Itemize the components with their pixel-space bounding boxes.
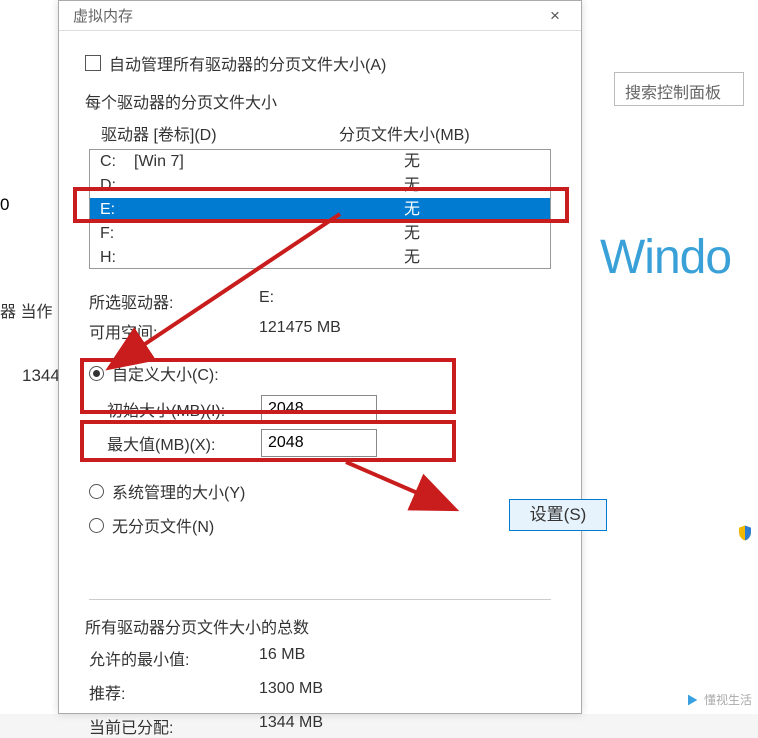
windows-brand-text: Windo bbox=[600, 230, 731, 285]
per-drive-header: 每个驱动器的分页文件大小 bbox=[85, 89, 555, 113]
divider bbox=[89, 599, 551, 600]
bg-value: 0 bbox=[0, 195, 9, 215]
auto-manage-label: 自动管理所有驱动器的分页文件大小(A) bbox=[109, 51, 386, 75]
current-value: 1344 MB bbox=[259, 714, 551, 738]
custom-size-label: 自定义大小(C): bbox=[112, 361, 219, 385]
available-space-label: 可用空间: bbox=[89, 319, 259, 343]
set-button[interactable]: 设置(S) bbox=[509, 499, 607, 531]
column-size-header: 分页文件大小(MB) bbox=[339, 121, 470, 145]
close-icon[interactable]: × bbox=[537, 6, 573, 26]
initial-size-input[interactable] bbox=[261, 395, 377, 423]
recommended-value: 1300 MB bbox=[259, 680, 551, 704]
watermark-text: 懂视生活 bbox=[704, 691, 752, 708]
shield-icon bbox=[736, 524, 754, 542]
selected-drive-value: E: bbox=[259, 289, 551, 313]
drive-row-h[interactable]: H: 无 bbox=[90, 246, 550, 270]
current-label: 当前已分配: bbox=[89, 714, 259, 738]
selected-drive-label: 所选驱动器: bbox=[89, 289, 259, 313]
no-paging-radio[interactable] bbox=[89, 518, 104, 533]
max-size-input[interactable] bbox=[261, 429, 377, 457]
initial-size-label: 初始大小(MB)(I): bbox=[107, 397, 249, 421]
titlebar: 虚拟内存 × bbox=[59, 1, 581, 31]
min-value: 16 MB bbox=[259, 646, 551, 670]
system-managed-label: 系统管理的大小(Y) bbox=[112, 479, 245, 503]
drive-listbox[interactable]: C: [Win 7] 无 D: 无 E: 无 F: 无 H: bbox=[89, 149, 551, 269]
custom-size-radio[interactable] bbox=[89, 366, 104, 381]
virtual-memory-dialog: 虚拟内存 × 自动管理所有驱动器的分页文件大小(A) 每个驱动器的分页文件大小 … bbox=[58, 0, 582, 714]
drive-row-d[interactable]: D: 无 bbox=[90, 174, 550, 198]
totals-header: 所有驱动器分页文件大小的总数 bbox=[85, 614, 555, 638]
min-label: 允许的最小值: bbox=[89, 646, 259, 670]
search-control-panel-input[interactable]: 搜索控制面板 bbox=[614, 72, 744, 106]
watermark-logo: 懂视生活 bbox=[684, 691, 752, 708]
no-paging-label: 无分页文件(N) bbox=[112, 513, 214, 537]
auto-manage-checkbox[interactable] bbox=[85, 55, 101, 71]
drive-row-f[interactable]: F: 无 bbox=[90, 222, 550, 246]
recommended-label: 推荐: bbox=[89, 680, 259, 704]
system-managed-radio[interactable] bbox=[89, 484, 104, 499]
bg-number: 1344 bbox=[22, 366, 60, 386]
drive-row-e[interactable]: E: 无 bbox=[90, 198, 550, 222]
column-drive-header: 驱动器 [卷标](D) bbox=[89, 121, 339, 145]
available-space-value: 121475 MB bbox=[259, 319, 551, 343]
drive-row-c[interactable]: C: [Win 7] 无 bbox=[90, 150, 550, 174]
dialog-title: 虚拟内存 bbox=[73, 5, 133, 26]
max-size-label: 最大值(MB)(X): bbox=[107, 431, 249, 455]
